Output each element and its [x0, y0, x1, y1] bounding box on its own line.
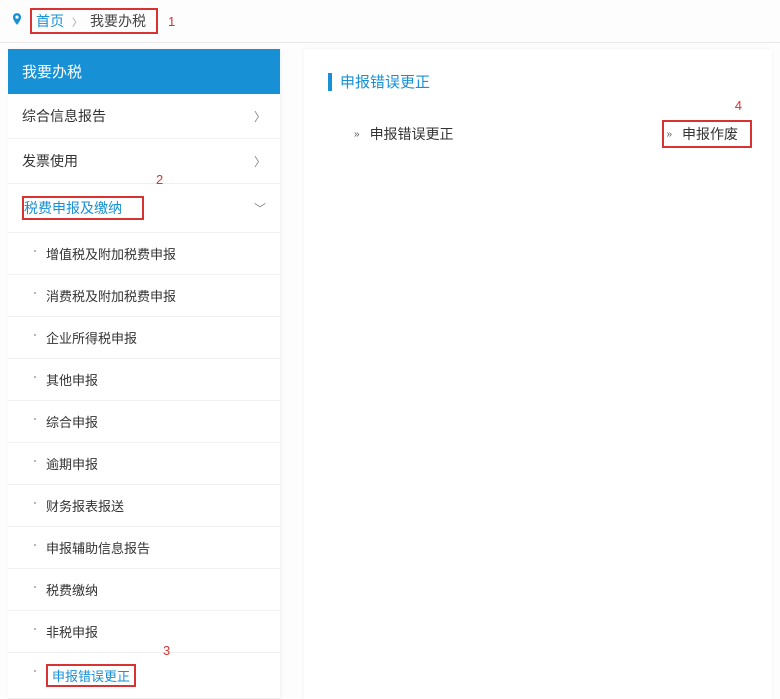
location-pin-icon [10, 11, 24, 32]
sidebar-item-label: 综合信息报告 [22, 106, 106, 126]
sub-item-aux-info[interactable]: 申报辅助信息报告 [8, 527, 280, 569]
link-label: 申报错误更正 [370, 124, 454, 144]
content-panel: 申报错误更正 4 » 申报错误更正 » 申报作废 [304, 49, 772, 699]
sidebar-item-label: 税费申报及缴纳 [22, 196, 144, 220]
sidebar-item-comprehensive-info[interactable]: 综合信息报告 〉 [8, 94, 280, 139]
sub-item-comprehensive[interactable]: 综合申报 [8, 401, 280, 443]
bullet-icon: » [354, 129, 360, 140]
section-title-text: 申报错误更正 [340, 71, 430, 92]
breadcrumb-home-link[interactable]: 首页 [36, 11, 64, 31]
sub-item-tax-payment[interactable]: 税费缴纳 [8, 569, 280, 611]
annotation-3: 3 [163, 643, 170, 658]
link-label: 申报作废 [682, 124, 738, 144]
sidebar: 我要办税 综合信息报告 〉 发票使用 〉 2 税费申报及缴纳 ﹀ 增值税及附加税… [8, 49, 280, 699]
sub-item-overdue[interactable]: 逾期申报 [8, 443, 280, 485]
sub-item-financial-report[interactable]: 财务报表报送 [8, 485, 280, 527]
chevron-right-icon: 〉 [72, 14, 82, 29]
sub-item-consumption-tax[interactable]: 消费税及附加税费申报 [8, 275, 280, 317]
link-declaration-void[interactable]: » 申报作废 [662, 120, 752, 148]
sub-item-corporate-tax[interactable]: 企业所得税申报 [8, 317, 280, 359]
sub-item-non-tax[interactable]: 非税申报 [8, 611, 280, 653]
sidebar-item-invoice-use[interactable]: 发票使用 〉 [8, 139, 280, 184]
chevron-down-icon: ﹀ [254, 200, 266, 217]
bullet-icon: » [666, 129, 672, 140]
title-bar-icon [328, 73, 332, 91]
sidebar-item-tax-declaration[interactable]: 2 税费申报及缴纳 ﹀ [8, 184, 280, 233]
sub-item-error-correction[interactable]: 3 申报错误更正 [8, 653, 280, 699]
sidebar-title: 我要办税 [8, 49, 280, 94]
annotation-2: 2 [156, 172, 163, 187]
sidebar-item-label: 发票使用 [22, 151, 78, 171]
sub-item-other[interactable]: 其他申报 [8, 359, 280, 401]
breadcrumb-box: 首页 〉 我要办税 [30, 8, 158, 34]
main-container: 我要办税 综合信息报告 〉 发票使用 〉 2 税费申报及缴纳 ﹀ 增值税及附加税… [0, 43, 780, 699]
annotation-1: 1 [168, 14, 175, 29]
chevron-right-icon: 〉 [254, 108, 266, 125]
annotation-4: 4 [735, 98, 742, 113]
breadcrumb: 首页 〉 我要办税 1 [0, 0, 780, 43]
content-row: 4 » 申报错误更正 » 申报作废 [324, 120, 752, 148]
sub-item-vat[interactable]: 增值税及附加税费申报 [8, 233, 280, 275]
breadcrumb-current: 我要办税 [90, 11, 146, 31]
sub-item-label: 申报错误更正 [46, 664, 136, 687]
link-error-correction[interactable]: » 申报错误更正 [354, 124, 454, 144]
submenu: 增值税及附加税费申报 消费税及附加税费申报 企业所得税申报 其他申报 综合申报 … [8, 233, 280, 699]
section-title: 申报错误更正 [328, 71, 752, 92]
chevron-right-icon: 〉 [254, 153, 266, 170]
